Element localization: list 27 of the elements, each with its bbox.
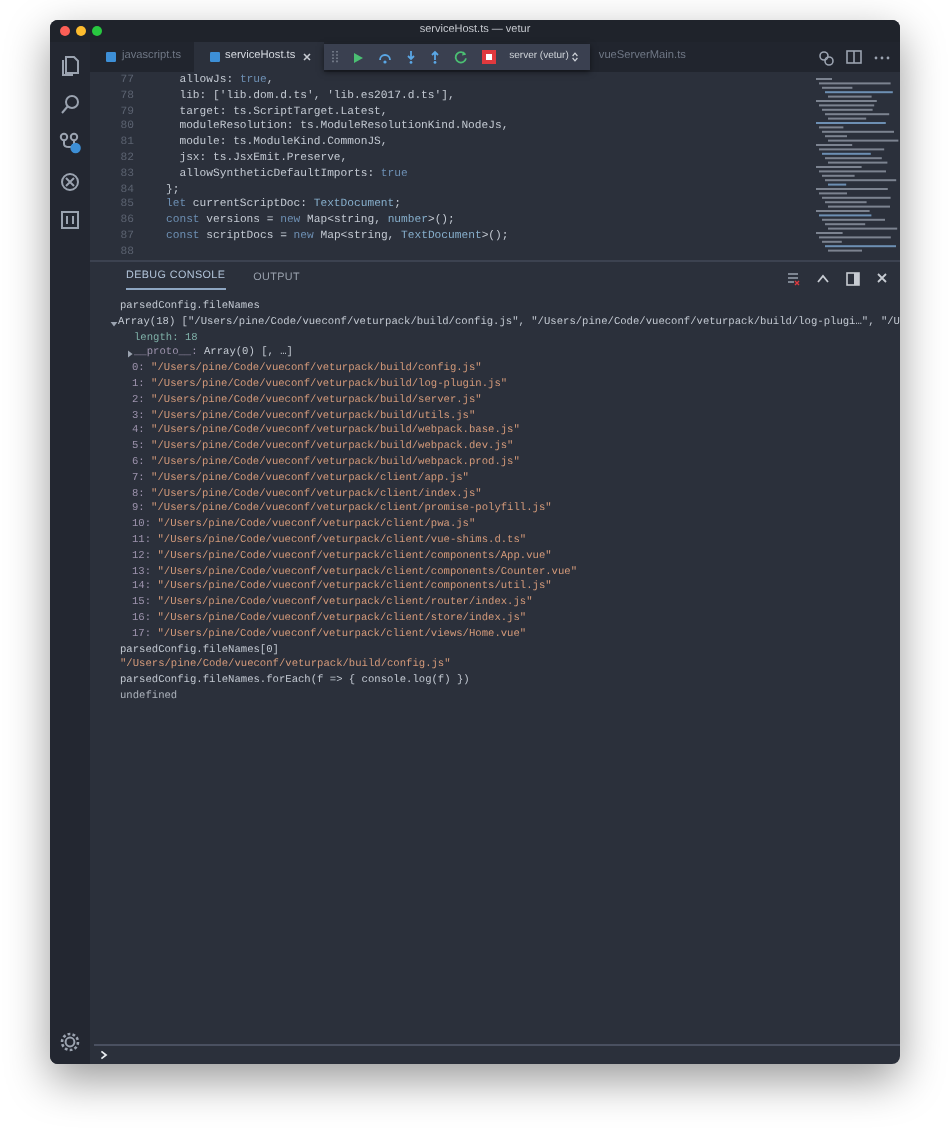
- step-out-icon[interactable]: [429, 50, 440, 64]
- zoom-button[interactable]: [92, 26, 102, 36]
- settings-icon[interactable]: [60, 1032, 80, 1052]
- clear-console-icon[interactable]: [786, 271, 800, 285]
- continue-icon[interactable]: [351, 51, 364, 63]
- stop-icon[interactable]: [481, 50, 496, 64]
- close-icon[interactable]: [876, 272, 888, 284]
- updown-caret-icon: [572, 52, 579, 62]
- panel-layout-icon[interactable]: [846, 271, 860, 285]
- restart-icon[interactable]: [453, 50, 468, 64]
- chevron-up-icon[interactable]: [816, 273, 830, 283]
- split-editor-icon[interactable]: [846, 50, 862, 64]
- step-over-icon[interactable]: [377, 51, 392, 63]
- compare-icon[interactable]: [818, 49, 834, 65]
- typescript-file-icon: [106, 52, 116, 62]
- debug-icon[interactable]: [58, 132, 82, 154]
- prompt-chevron-icon: [100, 1050, 108, 1060]
- step-into-icon[interactable]: [405, 50, 416, 64]
- typescript-file-icon: [209, 52, 220, 62]
- search-icon[interactable]: [60, 94, 80, 114]
- files-icon[interactable]: [60, 54, 80, 76]
- close-icon[interactable]: [301, 52, 312, 62]
- square-bracket-icon[interactable]: [60, 210, 80, 230]
- minimize-button[interactable]: [76, 26, 86, 36]
- extensions-icon[interactable]: [60, 172, 80, 192]
- close-button[interactable]: [60, 26, 70, 36]
- collapsed-caret-icon[interactable]: [125, 350, 133, 359]
